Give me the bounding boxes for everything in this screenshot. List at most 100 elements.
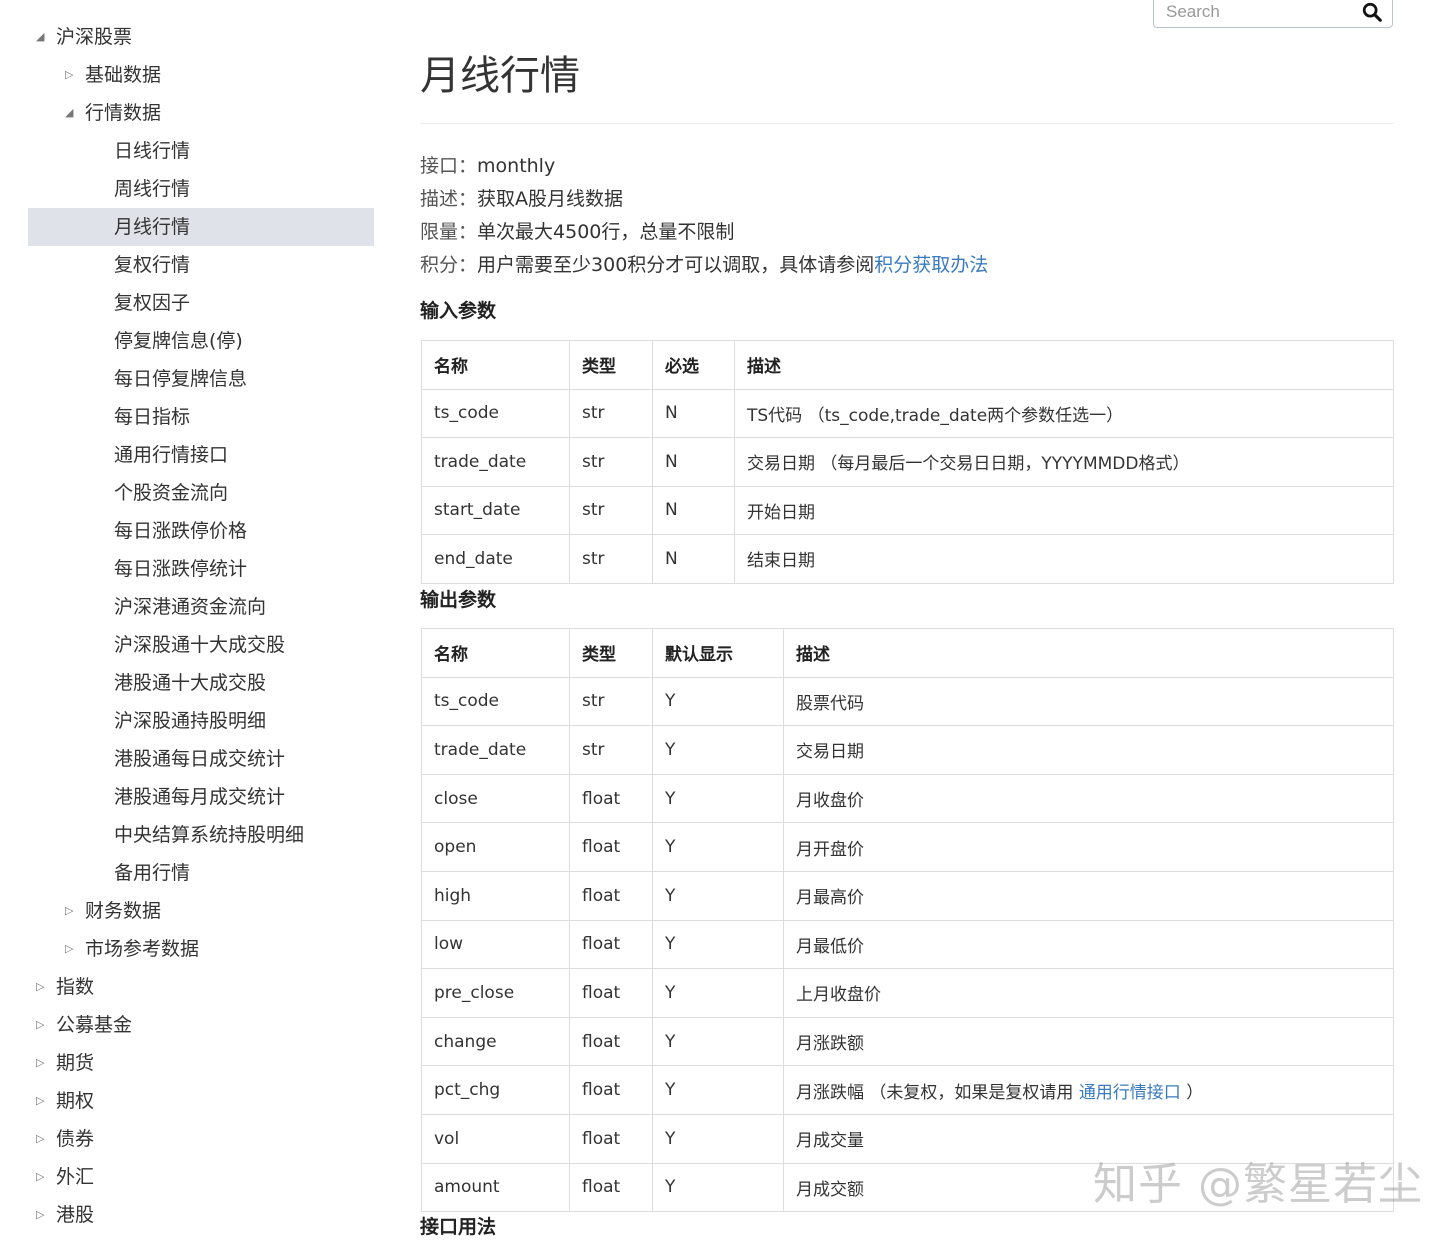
table-cell: Y [652, 919, 784, 970]
sidebar-item[interactable]: 通用行情接口 [28, 436, 374, 474]
sidebar-item[interactable]: 备用行情 [28, 854, 374, 892]
caret-collapsed-icon[interactable]: ▷ [36, 1158, 44, 1196]
sidebar-item[interactable]: 月线行情 [28, 208, 374, 246]
caret-collapsed-icon[interactable]: ▷ [36, 1006, 44, 1044]
sidebar-item[interactable]: 复权因子 [28, 284, 374, 322]
table-row: end_date str N 结束日期 [421, 534, 1394, 584]
caret-collapsed-icon[interactable]: ▷ [65, 930, 73, 968]
sidebar-item[interactable]: 日线行情 [28, 132, 374, 170]
table-cell: change [421, 1016, 570, 1067]
sidebar-item-label: 中央结算系统持股明细 [114, 824, 305, 846]
column-header: 描述 [734, 340, 1394, 390]
table-cell: 月涨跌额 [783, 1016, 1394, 1067]
table-row: high float Y 月最高价 [421, 870, 1394, 921]
sidebar-item[interactable]: 每日涨跌停价格 [28, 512, 374, 550]
general-quote-api-link[interactable]: 通用行情接口 [1079, 1083, 1181, 1103]
sidebar-item[interactable]: 周线行情 [28, 170, 374, 208]
sidebar-item-label: 周线行情 [114, 178, 191, 200]
sidebar-item-label: 沪深股票 [56, 26, 133, 48]
caret-collapsed-icon[interactable]: ▷ [65, 892, 73, 930]
sidebar-item[interactable]: 每日指标 [28, 398, 374, 436]
sidebar-item[interactable]: 沪深股通持股明细 [28, 702, 374, 740]
table-cell: N [652, 485, 735, 535]
table-row: pre_close float Y 上月收盘价 [421, 968, 1394, 1018]
caret-collapsed-icon[interactable]: ▷ [65, 56, 73, 94]
sidebar-item[interactable]: ▷ 公募基金 [28, 1006, 374, 1044]
table-row: trade_date str Y 交易日期 [421, 725, 1394, 775]
table-cell: ts_code [421, 676, 570, 727]
table-cell: Y [652, 1016, 784, 1067]
table-cell: Y [652, 1162, 784, 1213]
table-cell: float [569, 822, 653, 872]
sidebar-item[interactable]: 港股通每月成交统计 [28, 778, 374, 816]
sidebar-item[interactable]: ◢ 沪深股票 [28, 18, 374, 56]
usage-heading: 接口用法 [420, 1216, 497, 1238]
table-cell: TS代码 （ts_code,trade_date两个参数任选一） [734, 388, 1394, 438]
table-cell: float [569, 919, 653, 970]
sidebar-item[interactable]: 每日涨跌停统计 [28, 550, 374, 588]
table-cell: trade_date [421, 437, 570, 487]
table-row: change float Y 月涨跌额 [421, 1016, 1394, 1067]
table-cell: N [652, 534, 735, 584]
sidebar-item[interactable]: ▷ 外汇 [28, 1158, 374, 1196]
table-cell: 结束日期 [734, 534, 1394, 584]
sidebar-item[interactable]: 中央结算系统持股明细 [28, 816, 374, 854]
sidebar-item[interactable]: 沪深股通十大成交股 [28, 626, 374, 664]
info-api-key: 接口： [420, 155, 478, 177]
sidebar-item[interactable]: ◢ 行情数据 [28, 94, 374, 132]
column-header: 必选 [652, 340, 735, 390]
sidebar-item[interactable]: 个股资金流向 [28, 474, 374, 512]
sidebar-nav: ◢ 沪深股票 ▷ 基础数据 ◢ 行情数据 日线行情周线行情月线行情复权行情 复权因子 停复牌信息… [28, 18, 374, 1234]
sidebar-item[interactable]: 停复牌信息(停) [28, 322, 374, 360]
sidebar-item[interactable]: ▷ 债券 [28, 1120, 374, 1158]
caret-collapsed-icon[interactable]: ▷ [36, 1120, 44, 1158]
caret-collapsed-icon[interactable]: ▷ [36, 968, 44, 1006]
sidebar-item-label: 指数 [56, 976, 95, 998]
table-row: low float Y 月最低价 [421, 919, 1394, 970]
caret-collapsed-icon[interactable]: ▷ [36, 1044, 44, 1082]
caret-collapsed-icon[interactable]: ▷ [36, 1196, 44, 1234]
sidebar-item-label: 外汇 [56, 1166, 95, 1188]
caret-expanded-icon[interactable]: ◢ [65, 94, 73, 132]
table-cell: pre_close [421, 968, 570, 1018]
table-cell: Y [652, 1065, 784, 1115]
sidebar-item-label: 期货 [56, 1052, 95, 1074]
column-header: 描述 [783, 628, 1394, 678]
caret-expanded-icon[interactable]: ◢ [36, 18, 44, 56]
title-divider [420, 123, 1394, 124]
table-row: open float Y 月开盘价 [421, 822, 1394, 872]
table-cell: str [569, 388, 653, 438]
sidebar-item[interactable]: ▷ 期货 [28, 1044, 374, 1082]
sidebar-item[interactable]: ▷ 期权 [28, 1082, 374, 1120]
info-limit: 限量：单次最大4500行，总量不限制 [420, 219, 734, 245]
info-points: 积分：用户需要至少300积分才可以调取，具体请参阅积分获取办法 [420, 252, 988, 278]
table-cell: 月涨跌幅 （未复权，如果是复权请用 通用行情接口 ） [783, 1065, 1394, 1115]
search-icon[interactable] [1361, 1, 1383, 23]
sidebar-item[interactable]: ▷ 基础数据 [28, 56, 374, 94]
table-cell: 交易日期 （每月最后一个交易日日期，YYYYMMDD格式） [734, 437, 1394, 487]
sidebar-item-label: 沪深股通十大成交股 [114, 634, 286, 656]
cell-text: 月涨跌幅 （未复权，如果是复权请用 [796, 1082, 1079, 1103]
table-cell: str [569, 725, 653, 775]
sidebar-item[interactable]: ▷ 财务数据 [28, 892, 374, 930]
points-guide-link[interactable]: 积分获取办法 [874, 254, 988, 276]
sidebar-item[interactable]: 港股通十大成交股 [28, 664, 374, 702]
sidebar-item[interactable]: 复权行情 [28, 246, 374, 284]
sidebar-item-label: 财务数据 [85, 900, 162, 922]
sidebar-item-label: 基础数据 [85, 64, 162, 86]
sidebar-item[interactable]: ▷ 指数 [28, 968, 374, 1006]
sidebar-item[interactable]: 每日停复牌信息 [28, 360, 374, 398]
sidebar-item-label: 通用行情接口 [114, 444, 229, 466]
sidebar-item-label: 个股资金流向 [114, 482, 229, 504]
table-cell: close [421, 773, 570, 824]
sidebar-item[interactable]: 港股通每日成交统计 [28, 740, 374, 778]
table-cell: end_date [421, 534, 570, 584]
sidebar-item[interactable]: 沪深港通资金流向 [28, 588, 374, 626]
caret-collapsed-icon[interactable]: ▷ [36, 1082, 44, 1120]
sidebar-item[interactable]: ▷ 港股 [28, 1196, 374, 1234]
table-cell: float [569, 773, 653, 824]
search-input[interactable] [1164, 0, 1358, 25]
sidebar-item-label: 市场参考数据 [85, 938, 200, 960]
sidebar-item-label: 月线行情 [114, 216, 191, 238]
sidebar-item[interactable]: ▷ 市场参考数据 [28, 930, 374, 968]
